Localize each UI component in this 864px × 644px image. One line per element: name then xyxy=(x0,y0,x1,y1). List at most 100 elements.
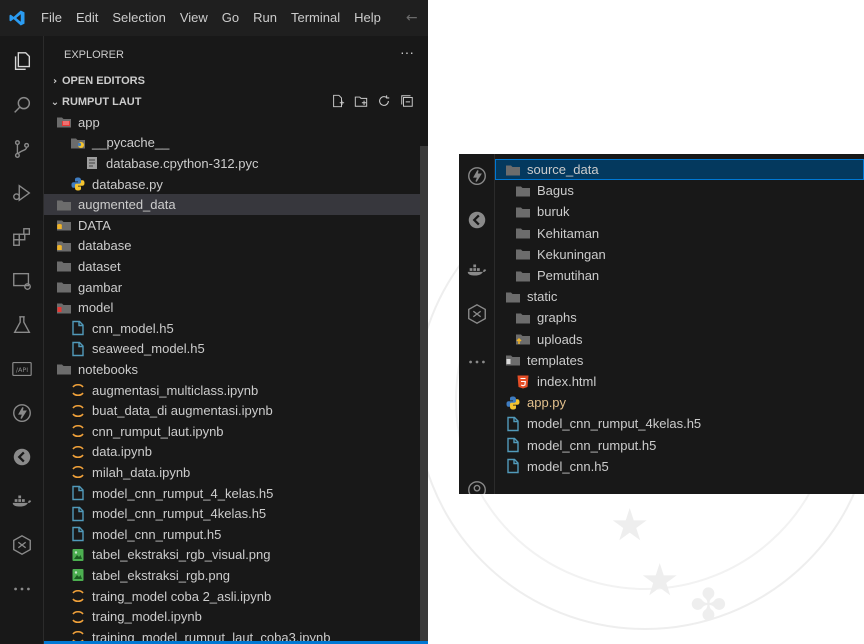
tree-file-traing-model-coba-2-asli-ipynb[interactable]: traing_model coba 2_asli.ipynb xyxy=(44,586,428,607)
run-debug-icon[interactable] xyxy=(0,175,44,211)
tree-folder-bagus[interactable]: Bagus xyxy=(495,180,864,201)
more-views-icon[interactable] xyxy=(459,344,495,380)
tree-item-label: model_cnn_rumput.h5 xyxy=(527,437,657,453)
tree-file-model-cnn-h5[interactable]: model_cnn.h5 xyxy=(495,456,864,477)
source-control-icon[interactable] xyxy=(0,131,44,167)
tree-file-index-html[interactable]: index.html xyxy=(495,371,864,392)
pyc-file-icon xyxy=(84,155,100,171)
lightning-icon[interactable] xyxy=(459,158,495,194)
tree-folder-data[interactable]: DATA xyxy=(44,215,428,236)
h5-file-icon xyxy=(70,485,86,501)
tree-folder-dataset[interactable]: dataset xyxy=(44,256,428,277)
tree-item-label: Bagus xyxy=(537,183,574,199)
extensions-icon[interactable] xyxy=(0,219,44,255)
tree-file-database-py[interactable]: database.py xyxy=(44,174,428,195)
lightning-icon[interactable] xyxy=(0,395,44,431)
new-file-icon[interactable] xyxy=(331,94,345,108)
h5-file-icon xyxy=(70,526,86,542)
sidebar-scrollbar[interactable] xyxy=(420,146,428,644)
account-icon[interactable] xyxy=(459,472,495,494)
explorer-more-icon[interactable]: ··· xyxy=(400,44,414,60)
tree-file-tabel-ekstraksi-rgb-visual-png[interactable]: tabel_ekstraksi_rgb_visual.png xyxy=(44,545,428,566)
tree-file-model-cnn-rumput-h5[interactable]: model_cnn_rumput.h5 xyxy=(495,435,864,456)
tree-file-tabel-ekstraksi-rgb-png[interactable]: tabel_ekstraksi_rgb.png xyxy=(44,565,428,586)
tree-file-cnn-model-h5[interactable]: cnn_model.h5 xyxy=(44,318,428,339)
tree-file-app-py[interactable]: app.py xyxy=(495,392,864,413)
tree-folder-augmented-data[interactable]: augmented_data xyxy=(44,194,428,215)
tree-file-model-cnn-rumput-4-kelas-h5[interactable]: model_cnn_rumput_4_kelas.h5 xyxy=(44,483,428,504)
tree-file-milah-data-ipynb[interactable]: milah_data.ipynb xyxy=(44,462,428,483)
api-icon[interactable]: /API xyxy=(0,351,44,387)
extension-k-icon[interactable] xyxy=(0,439,44,475)
tree-folder-graphs[interactable]: graphs xyxy=(495,307,864,328)
tree-file-seaweed-model-h5[interactable]: seaweed_model.h5 xyxy=(44,339,428,360)
menu-view[interactable]: View xyxy=(173,0,215,36)
tree-folder-notebooks[interactable]: notebooks xyxy=(44,359,428,380)
search-icon[interactable] xyxy=(0,87,44,123)
tree-item-label: data.ipynb xyxy=(92,444,152,460)
tree-file-model-cnn-rumput-4kelas-h5[interactable]: model_cnn_rumput_4kelas.h5 xyxy=(495,413,864,434)
menu-run[interactable]: Run xyxy=(246,0,284,36)
back-arrow-icon[interactable]: ← xyxy=(406,10,418,26)
refresh-icon[interactable] xyxy=(377,94,391,108)
tree-folder-pemutihan[interactable]: Pemutihan xyxy=(495,265,864,286)
new-folder-icon[interactable] xyxy=(354,94,368,108)
docker-icon[interactable] xyxy=(459,252,495,288)
tree-folder-uploads[interactable]: uploads xyxy=(495,329,864,350)
menu-file[interactable]: File xyxy=(34,0,69,36)
tree-folder-static[interactable]: static xyxy=(495,286,864,307)
tree-folder-source-data[interactable]: source_data xyxy=(495,159,864,181)
testing-icon[interactable] xyxy=(0,307,44,343)
tree-folder-app[interactable]: app xyxy=(44,112,428,133)
menu-edit[interactable]: Edit xyxy=(69,0,105,36)
folder-icon xyxy=(56,300,72,316)
tree-folder-model[interactable]: model xyxy=(44,297,428,318)
vscode-logo-icon xyxy=(0,9,34,27)
tree-folder-kekuningan[interactable]: Kekuningan xyxy=(495,244,864,265)
docker-icon[interactable] xyxy=(0,483,44,519)
tree-item-label: augmentasi_multiclass.ipynb xyxy=(92,382,259,398)
codespace-icon[interactable] xyxy=(0,527,44,563)
tree-file-model-cnn-rumput-h5[interactable]: model_cnn_rumput.h5 xyxy=(44,524,428,545)
h5-file-icon xyxy=(505,416,521,432)
tree-item-label: buruk xyxy=(537,204,570,220)
tree-file-cnn-rumput-laut-ipynb[interactable]: cnn_rumput_laut.ipynb xyxy=(44,421,428,442)
explorer-icon[interactable] xyxy=(0,43,44,79)
tree-item-label: traing_model coba 2_asli.ipynb xyxy=(92,588,272,604)
tree-item-label: Pemutihan xyxy=(537,268,600,284)
tree-folder-pycache[interactable]: __pycache__ xyxy=(44,133,428,154)
open-editors-section[interactable]: › OPEN EDITORS xyxy=(44,70,428,92)
tree-item-label: cnn_model.h5 xyxy=(92,320,174,336)
tree-folder-database[interactable]: database xyxy=(44,236,428,257)
tree-item-label: seaweed_model.h5 xyxy=(92,341,205,357)
collapse-all-icon[interactable] xyxy=(400,94,414,108)
project-section[interactable]: ⌄ RUMPUT LAUT xyxy=(44,91,428,113)
tree-file-augmentasi-multiclass-ipynb[interactable]: augmentasi_multiclass.ipynb xyxy=(44,380,428,401)
tree-file-data-ipynb[interactable]: data.ipynb xyxy=(44,442,428,463)
tree-folder-templates[interactable]: templates xyxy=(495,350,864,371)
activity-bar-secondary xyxy=(459,154,495,494)
more-views-icon[interactable] xyxy=(0,571,44,607)
tree-folder-kehitaman[interactable]: Kehitaman xyxy=(495,223,864,244)
tree-file-database-cpython-312-pyc[interactable]: database.cpython-312.pyc xyxy=(44,153,428,174)
tree-file-buat-data-di-augmentasi-ipynb[interactable]: buat_data_di augmentasi.ipynb xyxy=(44,400,428,421)
menu-help[interactable]: Help xyxy=(347,0,388,36)
folder-icon xyxy=(505,289,521,305)
menu-go[interactable]: Go xyxy=(215,0,246,36)
menu-terminal[interactable]: Terminal xyxy=(284,0,347,36)
tree-folder-gambar[interactable]: gambar xyxy=(44,277,428,298)
extension-k-icon[interactable] xyxy=(459,202,495,238)
tree-item-label: database.py xyxy=(92,176,163,192)
tree-folder-buruk[interactable]: buruk xyxy=(495,201,864,222)
codespace-icon[interactable] xyxy=(459,296,495,332)
tree-item-label: DATA xyxy=(78,217,111,233)
remote-explorer-icon[interactable] xyxy=(0,263,44,299)
folder-icon xyxy=(515,225,531,241)
explorer-title: EXPLORER xyxy=(64,49,124,61)
tree-file-model-cnn-rumput-4kelas-h5[interactable]: model_cnn_rumput_4kelas.h5 xyxy=(44,503,428,524)
folder-icon xyxy=(56,258,72,274)
tree-file-traing-model-ipynb[interactable]: traing_model.ipynb xyxy=(44,606,428,627)
menu-selection[interactable]: Selection xyxy=(105,0,172,36)
tree-item-label: Kekuningan xyxy=(537,246,606,262)
title-bar: File Edit Selection View Go Run Terminal… xyxy=(0,0,428,36)
